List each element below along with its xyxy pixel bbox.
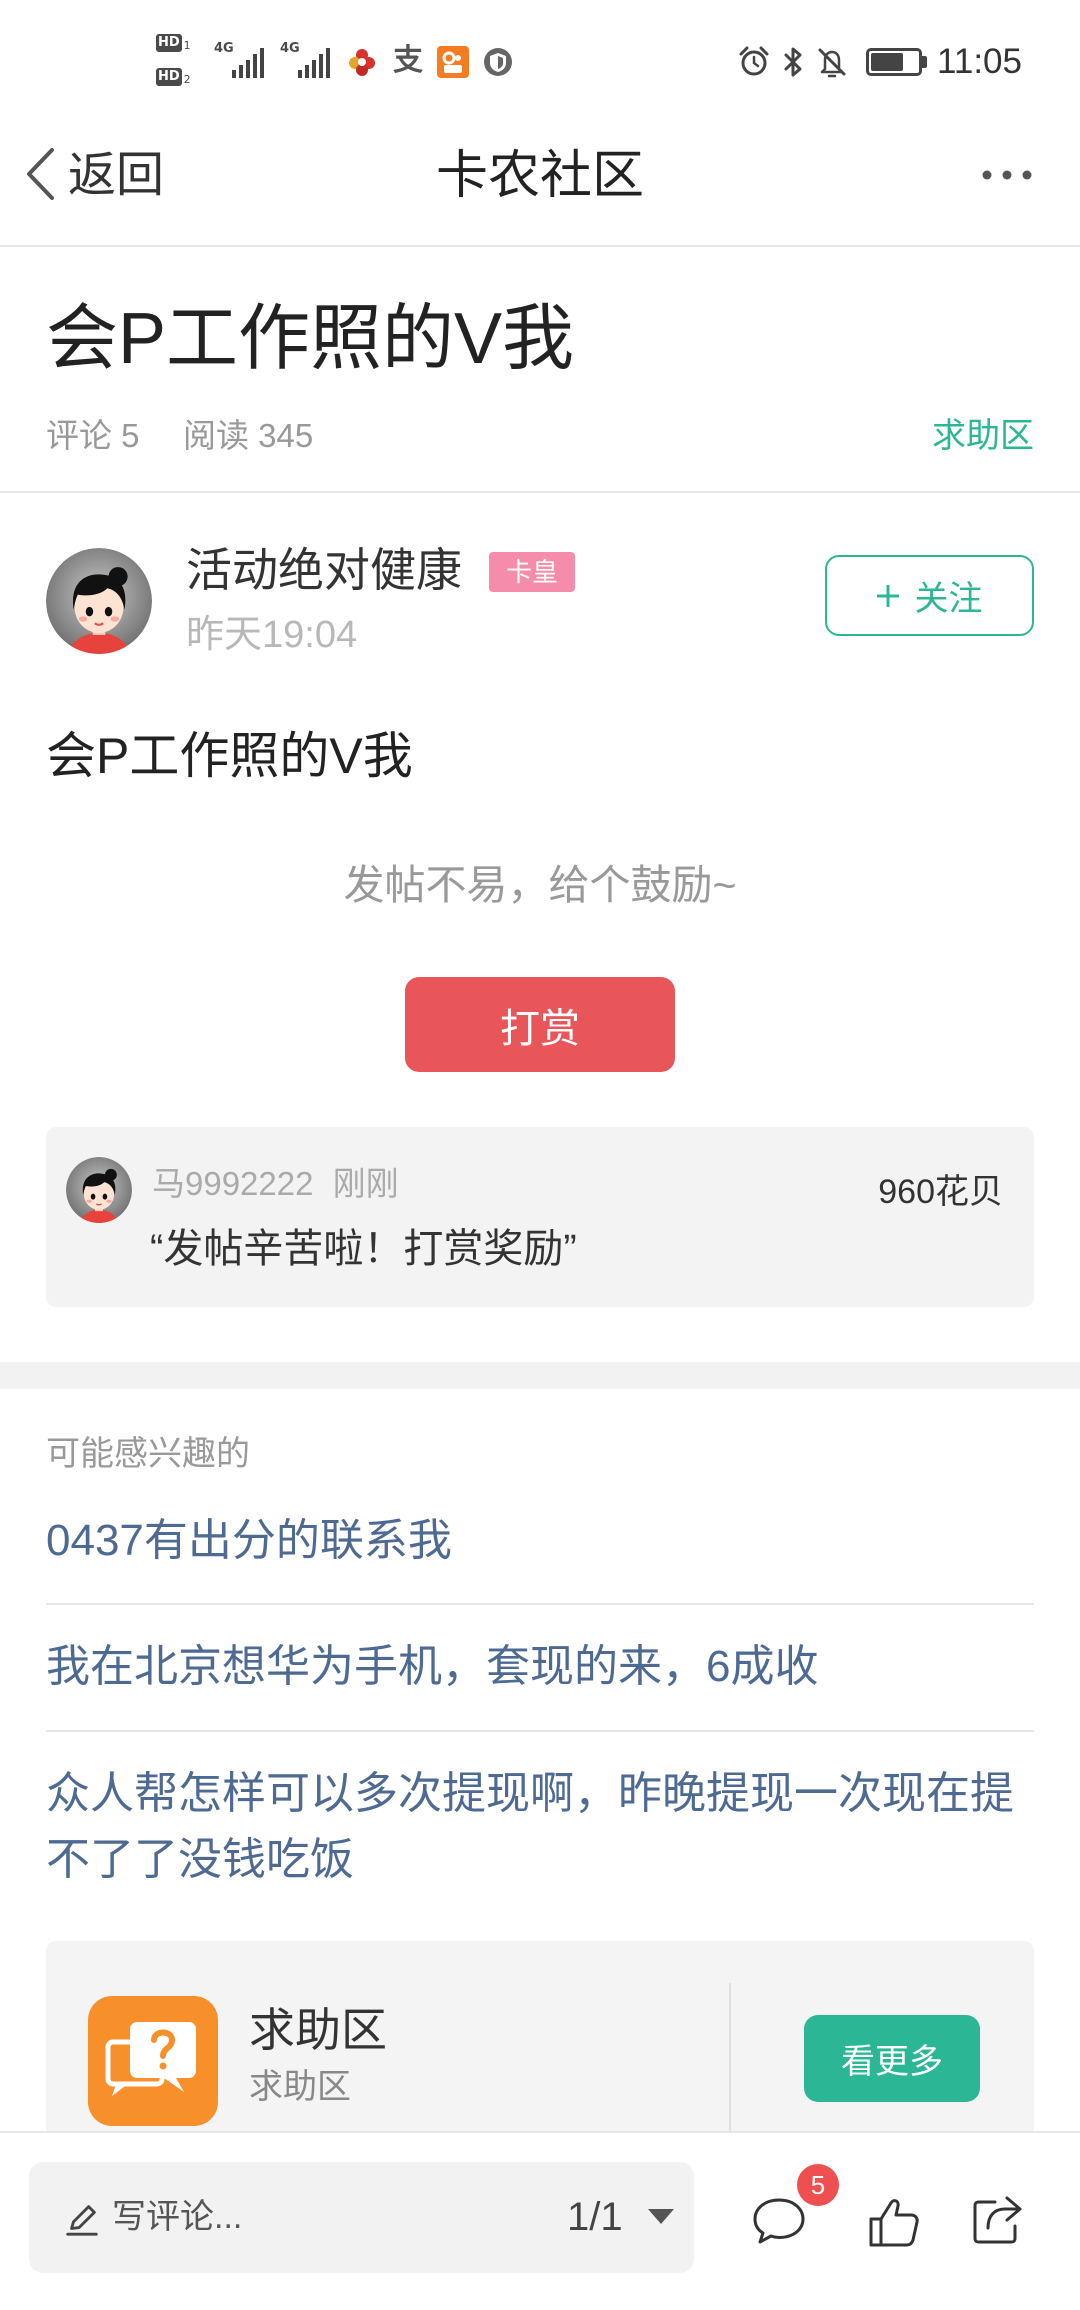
comment-count: 评论 5 <box>46 417 140 454</box>
section-separator <box>0 1362 1080 1389</box>
page-title: 卡农社区 <box>435 147 644 205</box>
help-forum-icon <box>88 1996 218 2126</box>
reward-button[interactable]: 打赏 <box>405 977 675 1072</box>
avatar-image <box>66 1157 132 1223</box>
battery-icon <box>866 48 922 76</box>
sim-index: 1 <box>183 39 191 52</box>
reward-amount: 960花贝 <box>878 1173 1003 1211</box>
comment-icon[interactable] <box>749 2190 809 2250</box>
reward-message: “发帖辛苦啦！打赏奖励” <box>150 1227 577 1271</box>
clock: 11:05 <box>937 42 1022 81</box>
comment-count-badge: 5 <box>797 2164 839 2206</box>
related-header: 可能感兴趣的 <box>46 1435 250 1473</box>
plus-icon <box>876 584 899 607</box>
author-badge: 卡皇 <box>489 552 575 592</box>
follow-label: 关注 <box>914 580 983 618</box>
avatar-image <box>46 548 152 654</box>
reward-button-label: 打赏 <box>500 1006 580 1051</box>
avatar[interactable] <box>46 548 152 654</box>
related-post-link[interactable]: 众人帮怎样可以多次提现啊，昨晚提现一次现在提不了了没钱吃饭 <box>46 1761 1046 1893</box>
header-divider <box>0 491 1080 493</box>
shield-app-icon <box>484 48 512 76</box>
hd-label: HD <box>156 34 182 52</box>
related-post-link[interactable]: 0437有出分的联系我 <box>46 1512 452 1570</box>
post-time: 昨天19:04 <box>186 614 358 656</box>
reward-user[interactable]: 马9992222 <box>152 1165 313 1202</box>
alarm-icon <box>739 46 769 76</box>
bell-off-icon <box>818 48 846 78</box>
network-type: 4G <box>280 41 300 56</box>
battery-terminal <box>922 56 927 68</box>
network-type: 4G <box>214 41 234 56</box>
post-title: 会P工作照的V我 <box>46 299 575 379</box>
sim-index: 2 <box>183 73 191 86</box>
post-body: 会P工作照的V我 <box>46 728 413 784</box>
bottom-bar: 写评论... 1/1 5 <box>0 2131 1080 2310</box>
forum-title: 求助区 <box>249 2004 387 2056</box>
comment-input[interactable]: 写评论... 1/1 <box>29 2162 694 2273</box>
category-link[interactable]: 求助区 <box>932 414 1034 458</box>
see-more-button[interactable]: 看更多 <box>804 2015 980 2102</box>
flower-app-icon <box>349 49 375 76</box>
follow-button[interactable]: 关注 <box>825 555 1034 636</box>
forum-subtitle: 求助区 <box>249 2068 351 2106</box>
like-icon[interactable] <box>863 2193 923 2253</box>
forum-card[interactable]: 求助区 求助区 看更多 <box>46 1941 1034 2161</box>
alipay-icon: 支 <box>392 44 424 77</box>
signal-bars-icon <box>298 48 334 78</box>
sim2-indicator: HD 2 <box>156 66 191 86</box>
author-name[interactable]: 活动绝对健康 <box>186 540 462 600</box>
alipay-glyph: 支 <box>393 44 423 77</box>
nav-divider <box>0 245 1080 247</box>
signal-bars-icon <box>232 48 268 78</box>
sim1-indicator: HD 1 <box>156 32 191 52</box>
dropdown-triangle-icon[interactable] <box>648 2209 674 2225</box>
bluetooth-icon <box>784 47 802 77</box>
reward-record-card: 马9992222 刚刚 960花贝 “发帖辛苦啦！打赏奖励” <box>46 1127 1034 1307</box>
list-divider <box>46 1730 1034 1732</box>
reward-prompt: 发帖不易，给个鼓励~ <box>343 862 737 908</box>
page-indicator[interactable]: 1/1 <box>567 2191 623 2243</box>
read-count: 阅读 345 <box>183 417 314 454</box>
reward-time: 刚刚 <box>332 1165 399 1202</box>
signal-icon: 4G <box>214 42 272 82</box>
related-post-link[interactable]: 我在北京想华为手机，套现的来，6成收 <box>46 1638 818 1696</box>
hd-label: HD <box>156 68 182 86</box>
battery-level <box>871 53 904 71</box>
comment-placeholder: 写评论... <box>112 2198 243 2236</box>
orange-app-icon <box>437 46 469 78</box>
pencil-icon <box>66 2205 98 2236</box>
avatar[interactable] <box>66 1157 132 1223</box>
status-bar: HD 1 HD 2 4G 4G 支 11:05 <box>0 0 1080 118</box>
more-dots-icon[interactable] <box>980 160 1034 190</box>
list-divider <box>46 1603 1034 1605</box>
reward-user-line: 马9992222 刚刚 <box>152 1163 399 1205</box>
see-more-label: 看更多 <box>841 2043 943 2081</box>
signal-icon: 4G <box>280 42 338 82</box>
share-icon[interactable] <box>967 2190 1027 2250</box>
